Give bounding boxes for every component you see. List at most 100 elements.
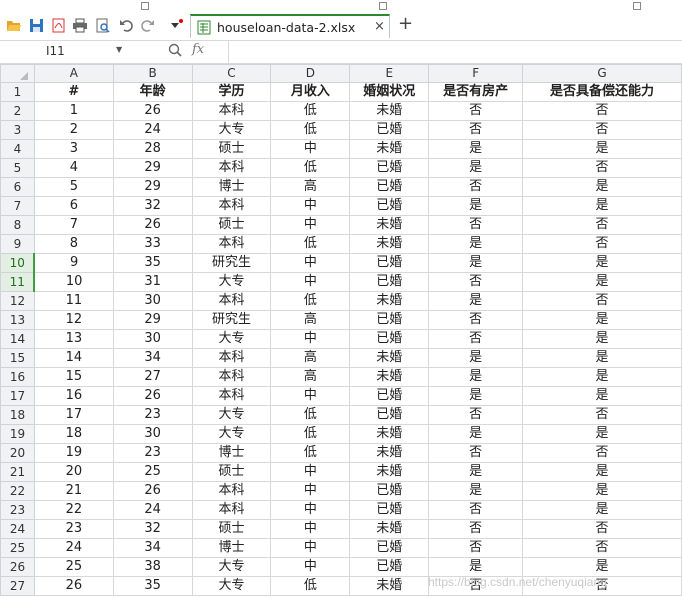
data-cell[interactable]: 否 <box>522 538 682 558</box>
row-header[interactable]: 8 <box>0 215 35 235</box>
data-cell[interactable]: 已婚 <box>349 158 430 178</box>
row-header[interactable]: 12 <box>0 291 35 311</box>
data-cell[interactable]: 26 <box>112 386 193 406</box>
data-cell[interactable]: 是 <box>428 386 524 406</box>
row-header[interactable]: 4 <box>0 139 35 159</box>
data-cell[interactable]: 24 <box>112 120 193 140</box>
row-header[interactable]: 19 <box>0 424 35 444</box>
header-cell[interactable]: 月收入 <box>270 82 351 102</box>
data-cell[interactable]: 已婚 <box>349 386 430 406</box>
data-cell[interactable]: 本科 <box>191 348 272 368</box>
row-header[interactable]: 9 <box>0 234 35 254</box>
column-header-a[interactable]: A <box>33 64 114 83</box>
data-cell[interactable]: 否 <box>428 120 524 140</box>
row-header[interactable]: 5 <box>0 158 35 178</box>
data-cell[interactable]: 是 <box>522 462 682 482</box>
data-cell[interactable]: 高 <box>270 348 351 368</box>
data-cell[interactable]: 中 <box>270 196 351 216</box>
data-cell[interactable]: 26 <box>33 576 114 596</box>
data-cell[interactable]: 是 <box>522 424 682 444</box>
data-cell[interactable]: 34 <box>112 538 193 558</box>
data-cell[interactable]: 低 <box>270 424 351 444</box>
header-cell[interactable]: 是否有房产 <box>428 82 524 102</box>
column-header-f[interactable]: F <box>428 64 524 83</box>
data-cell[interactable]: 1 <box>33 101 114 121</box>
data-cell[interactable]: 硕士 <box>191 215 272 235</box>
data-cell[interactable]: 未婚 <box>349 443 430 463</box>
data-cell[interactable]: 是 <box>428 234 524 254</box>
data-cell[interactable]: 32 <box>112 519 193 539</box>
data-cell[interactable]: 14 <box>33 348 114 368</box>
data-cell[interactable]: 已婚 <box>349 310 430 330</box>
row-header[interactable]: 7 <box>0 196 35 216</box>
column-header-b[interactable]: B <box>112 64 193 83</box>
data-cell[interactable]: 未婚 <box>349 367 430 387</box>
print-preview-icon[interactable] <box>94 17 110 33</box>
row-header[interactable]: 6 <box>0 177 35 197</box>
data-cell[interactable]: 29 <box>112 177 193 197</box>
data-cell[interactable]: 未婚 <box>349 348 430 368</box>
data-cell[interactable]: 21 <box>33 481 114 501</box>
data-cell[interactable]: 本科 <box>191 101 272 121</box>
data-cell[interactable]: 低 <box>270 443 351 463</box>
data-cell[interactable]: 中 <box>270 215 351 235</box>
row-header[interactable]: 18 <box>0 405 35 425</box>
data-cell[interactable]: 25 <box>33 557 114 577</box>
row-header[interactable]: 24 <box>0 519 35 539</box>
header-cell[interactable]: 学历 <box>191 82 272 102</box>
data-cell[interactable]: 2 <box>33 120 114 140</box>
data-cell[interactable]: 30 <box>112 329 193 349</box>
data-cell[interactable]: 是 <box>428 348 524 368</box>
file-tab[interactable]: houseloan-data-2.xlsx × <box>190 14 390 38</box>
data-cell[interactable]: 26 <box>112 101 193 121</box>
row-header[interactable]: 14 <box>0 329 35 349</box>
row-header[interactable]: 17 <box>0 386 35 406</box>
data-cell[interactable]: 未婚 <box>349 234 430 254</box>
data-cell[interactable]: 是 <box>522 386 682 406</box>
data-cell[interactable]: 否 <box>428 101 524 121</box>
data-cell[interactable]: 否 <box>522 405 682 425</box>
data-cell[interactable]: 否 <box>428 500 524 520</box>
data-cell[interactable]: 否 <box>428 310 524 330</box>
data-cell[interactable]: 是 <box>428 158 524 178</box>
data-cell[interactable]: 29 <box>112 158 193 178</box>
data-cell[interactable]: 已婚 <box>349 177 430 197</box>
data-cell[interactable]: 32 <box>112 196 193 216</box>
data-cell[interactable]: 19 <box>33 443 114 463</box>
select-all-corner[interactable] <box>0 64 35 83</box>
data-cell[interactable]: 是 <box>428 196 524 216</box>
row-header[interactable]: 16 <box>0 367 35 387</box>
data-cell[interactable]: 研究生 <box>191 310 272 330</box>
data-cell[interactable]: 未婚 <box>349 462 430 482</box>
data-cell[interactable]: 已婚 <box>349 500 430 520</box>
window-restore-icon[interactable] <box>379 2 387 10</box>
data-cell[interactable]: 中 <box>270 462 351 482</box>
row-header[interactable]: 26 <box>0 557 35 577</box>
data-cell[interactable]: 未婚 <box>349 291 430 311</box>
data-cell[interactable]: 大专 <box>191 120 272 140</box>
data-cell[interactable]: 大专 <box>191 405 272 425</box>
data-cell[interactable]: 是 <box>428 291 524 311</box>
zoom-search-icon[interactable] <box>168 43 182 60</box>
row-header[interactable]: 11 <box>0 272 36 292</box>
data-cell[interactable]: 是 <box>522 177 682 197</box>
column-header-e[interactable]: E <box>349 64 430 83</box>
data-cell[interactable]: 中 <box>270 557 351 577</box>
row-header[interactable]: 2 <box>0 101 35 121</box>
new-tab-button[interactable]: + <box>398 14 413 34</box>
data-cell[interactable]: 中 <box>270 519 351 539</box>
data-cell[interactable]: 已婚 <box>349 405 430 425</box>
header-cell[interactable]: # <box>33 82 114 102</box>
data-cell[interactable]: 低 <box>270 101 351 121</box>
row-header[interactable]: 23 <box>0 500 35 520</box>
data-cell[interactable]: 否 <box>522 443 682 463</box>
data-cell[interactable]: 26 <box>112 481 193 501</box>
data-cell[interactable]: 29 <box>112 310 193 330</box>
data-cell[interactable]: 未婚 <box>349 101 430 121</box>
data-cell[interactable]: 否 <box>428 215 524 235</box>
data-cell[interactable]: 是 <box>522 348 682 368</box>
data-cell[interactable]: 否 <box>428 177 524 197</box>
header-cell[interactable]: 婚姻状况 <box>349 82 430 102</box>
data-cell[interactable]: 已婚 <box>349 253 430 273</box>
data-cell[interactable]: 8 <box>33 234 114 254</box>
